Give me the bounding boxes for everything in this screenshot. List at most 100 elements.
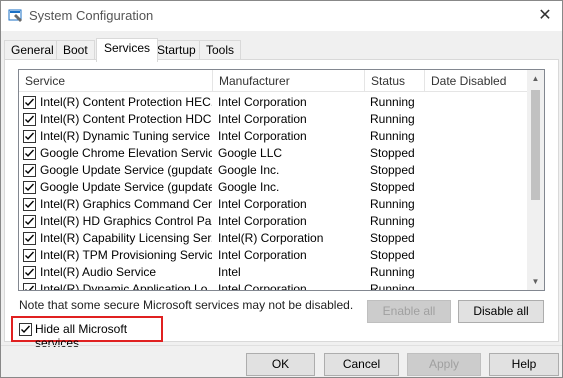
apply-label: Apply [428,357,460,371]
help-label: Help [511,357,537,371]
status-cell: Running [370,95,415,109]
tab-general[interactable]: General [4,40,61,60]
status-cell: Running [370,265,415,279]
column-header-manufacturer[interactable]: Manufacturer [212,70,364,92]
service-name-cell: Google Update Service (gupdate) [40,163,212,177]
service-checkbox[interactable] [23,198,36,211]
checkmark-icon [25,98,35,107]
ok-label: OK [271,357,290,371]
enable-all-button[interactable]: Enable all [367,300,451,323]
checkmark-icon [25,149,35,158]
checkmark-icon [25,217,35,226]
manufacturer-cell: Intel(R) Corporation [218,231,324,245]
table-row[interactable]: Intel(R) Graphics Command Cen... Intel Co… [19,196,527,213]
manufacturer-cell: Intel Corporation [218,95,307,109]
hide-microsoft-services-highlight: Hide all Microsoft services [11,316,163,350]
tab-boot[interactable]: Boot [56,40,95,60]
checkmark-icon [25,200,35,209]
service-checkbox[interactable] [23,130,36,143]
manufacturer-cell: Google Inc. [218,163,280,177]
manufacturer-cell: Intel Corporation [218,214,307,228]
table-row[interactable]: Google Update Service (gupdate) Google In… [19,162,527,179]
service-name-cell: Intel(R) Content Protection HDC... [40,112,212,126]
status-cell: Stopped [370,146,415,160]
service-name-cell: Intel(R) Audio Service [40,265,157,279]
checkmark-icon [25,285,35,290]
status-cell: Running [370,129,415,143]
status-cell: Running [370,197,415,211]
disable-all-button[interactable]: Disable all [458,300,544,323]
manufacturer-cell: Intel Corporation [218,197,307,211]
service-checkbox[interactable] [23,232,36,245]
table-row[interactable]: Intel(R) TPM Provisioning Service Intel C… [19,247,527,264]
window-title: System Configuration [29,8,154,23]
service-checkbox[interactable] [23,266,36,279]
tab-tools[interactable]: Tools [199,40,242,60]
cancel-button[interactable]: Cancel [324,353,399,376]
title-bar[interactable]: System Configuration ✕ [1,1,562,31]
column-header-service[interactable]: Service [19,70,209,92]
checkmark-icon [25,234,35,243]
status-cell: Stopped [370,231,415,245]
footer-separator [1,345,562,346]
status-cell: Stopped [370,180,415,194]
manufacturer-cell: Intel Corporation [218,129,307,143]
manufacturer-cell: Intel [218,265,241,279]
ok-button[interactable]: OK [246,353,315,376]
scroll-thumb[interactable] [531,90,540,200]
manufacturer-cell: Google Inc. [218,180,280,194]
service-checkbox[interactable] [23,96,36,109]
close-icon[interactable]: ✕ [536,5,554,25]
status-cell: Stopped [370,248,415,262]
enable-all-label: Enable all [382,304,436,318]
service-name-cell: Intel(R) Capability Licensing Ser... [40,231,212,245]
table-row[interactable]: Intel(R) Content Protection HDC... Intel … [19,111,527,128]
apply-button[interactable]: Apply [407,353,481,376]
column-header-status[interactable]: Status [364,70,424,92]
status-cell: Running [370,112,415,126]
service-checkbox[interactable] [23,215,36,228]
table-row[interactable]: Google Update Service (gupdatem) Google I… [19,179,527,196]
column-header-date-disabled[interactable]: Date Disabled [424,70,527,92]
table-row[interactable]: Intel(R) Dynamic Tuning service Intel Cor… [19,128,527,145]
manufacturer-cell: Intel Corporation [218,112,307,126]
service-name-cell: Intel(R) TPM Provisioning Service [40,248,212,262]
checkmark-icon [25,115,35,124]
list-header: Service Manufacturer Status Date Disable… [19,70,527,92]
checkmark-icon [25,183,35,192]
cancel-label: Cancel [342,357,381,371]
secure-services-note: Note that some secure Microsoft services… [19,298,354,312]
service-checkbox[interactable] [23,181,36,194]
table-row[interactable]: Intel(R) Dynamic Application Lo... Intel … [19,281,527,291]
service-name-cell: Intel(R) HD Graphics Control Pa... [40,214,212,228]
hide-microsoft-services-checkbox[interactable] [19,323,32,336]
service-checkbox[interactable] [23,113,36,126]
services-list[interactable]: Service Manufacturer Status Date Disable… [18,69,545,291]
table-row[interactable]: Google Chrome Elevation Servic... Google … [19,145,527,162]
status-cell: Running [370,282,415,291]
service-checkbox[interactable] [23,147,36,160]
manufacturer-cell: Intel Corporation [218,282,307,291]
checkmark-icon [25,132,35,141]
table-row[interactable]: Intel(R) Content Protection HEC... Intel … [19,94,527,111]
service-checkbox[interactable] [23,164,36,177]
service-name-cell: Intel(R) Dynamic Application Lo... [40,282,212,291]
tab-services[interactable]: Services [96,38,159,62]
msconfig-app-icon [8,8,24,24]
help-button[interactable]: Help [489,353,559,376]
system-configuration-window: System Configuration ✕ General Boot Serv… [0,0,563,378]
scroll-up-arrow-icon[interactable]: ▲ [527,70,544,87]
scroll-down-arrow-icon[interactable]: ▼ [527,273,544,290]
service-checkbox[interactable] [23,283,36,290]
service-name-cell: Google Update Service (gupdatem) [40,180,212,194]
manufacturer-cell: Google LLC [218,146,283,160]
service-name-cell: Intel(R) Content Protection HEC... [40,95,212,109]
status-cell: Stopped [370,163,415,177]
status-cell: Running [370,214,415,228]
service-checkbox[interactable] [23,249,36,262]
table-row[interactable]: Intel(R) HD Graphics Control Pa... Intel … [19,213,527,230]
table-row[interactable]: Intel(R) Capability Licensing Ser... Inte… [19,230,527,247]
table-row[interactable]: Intel(R) Audio Service Intel Running [19,264,527,281]
checkmark-icon [25,251,35,260]
vertical-scrollbar[interactable]: ▲ ▼ [527,70,544,290]
